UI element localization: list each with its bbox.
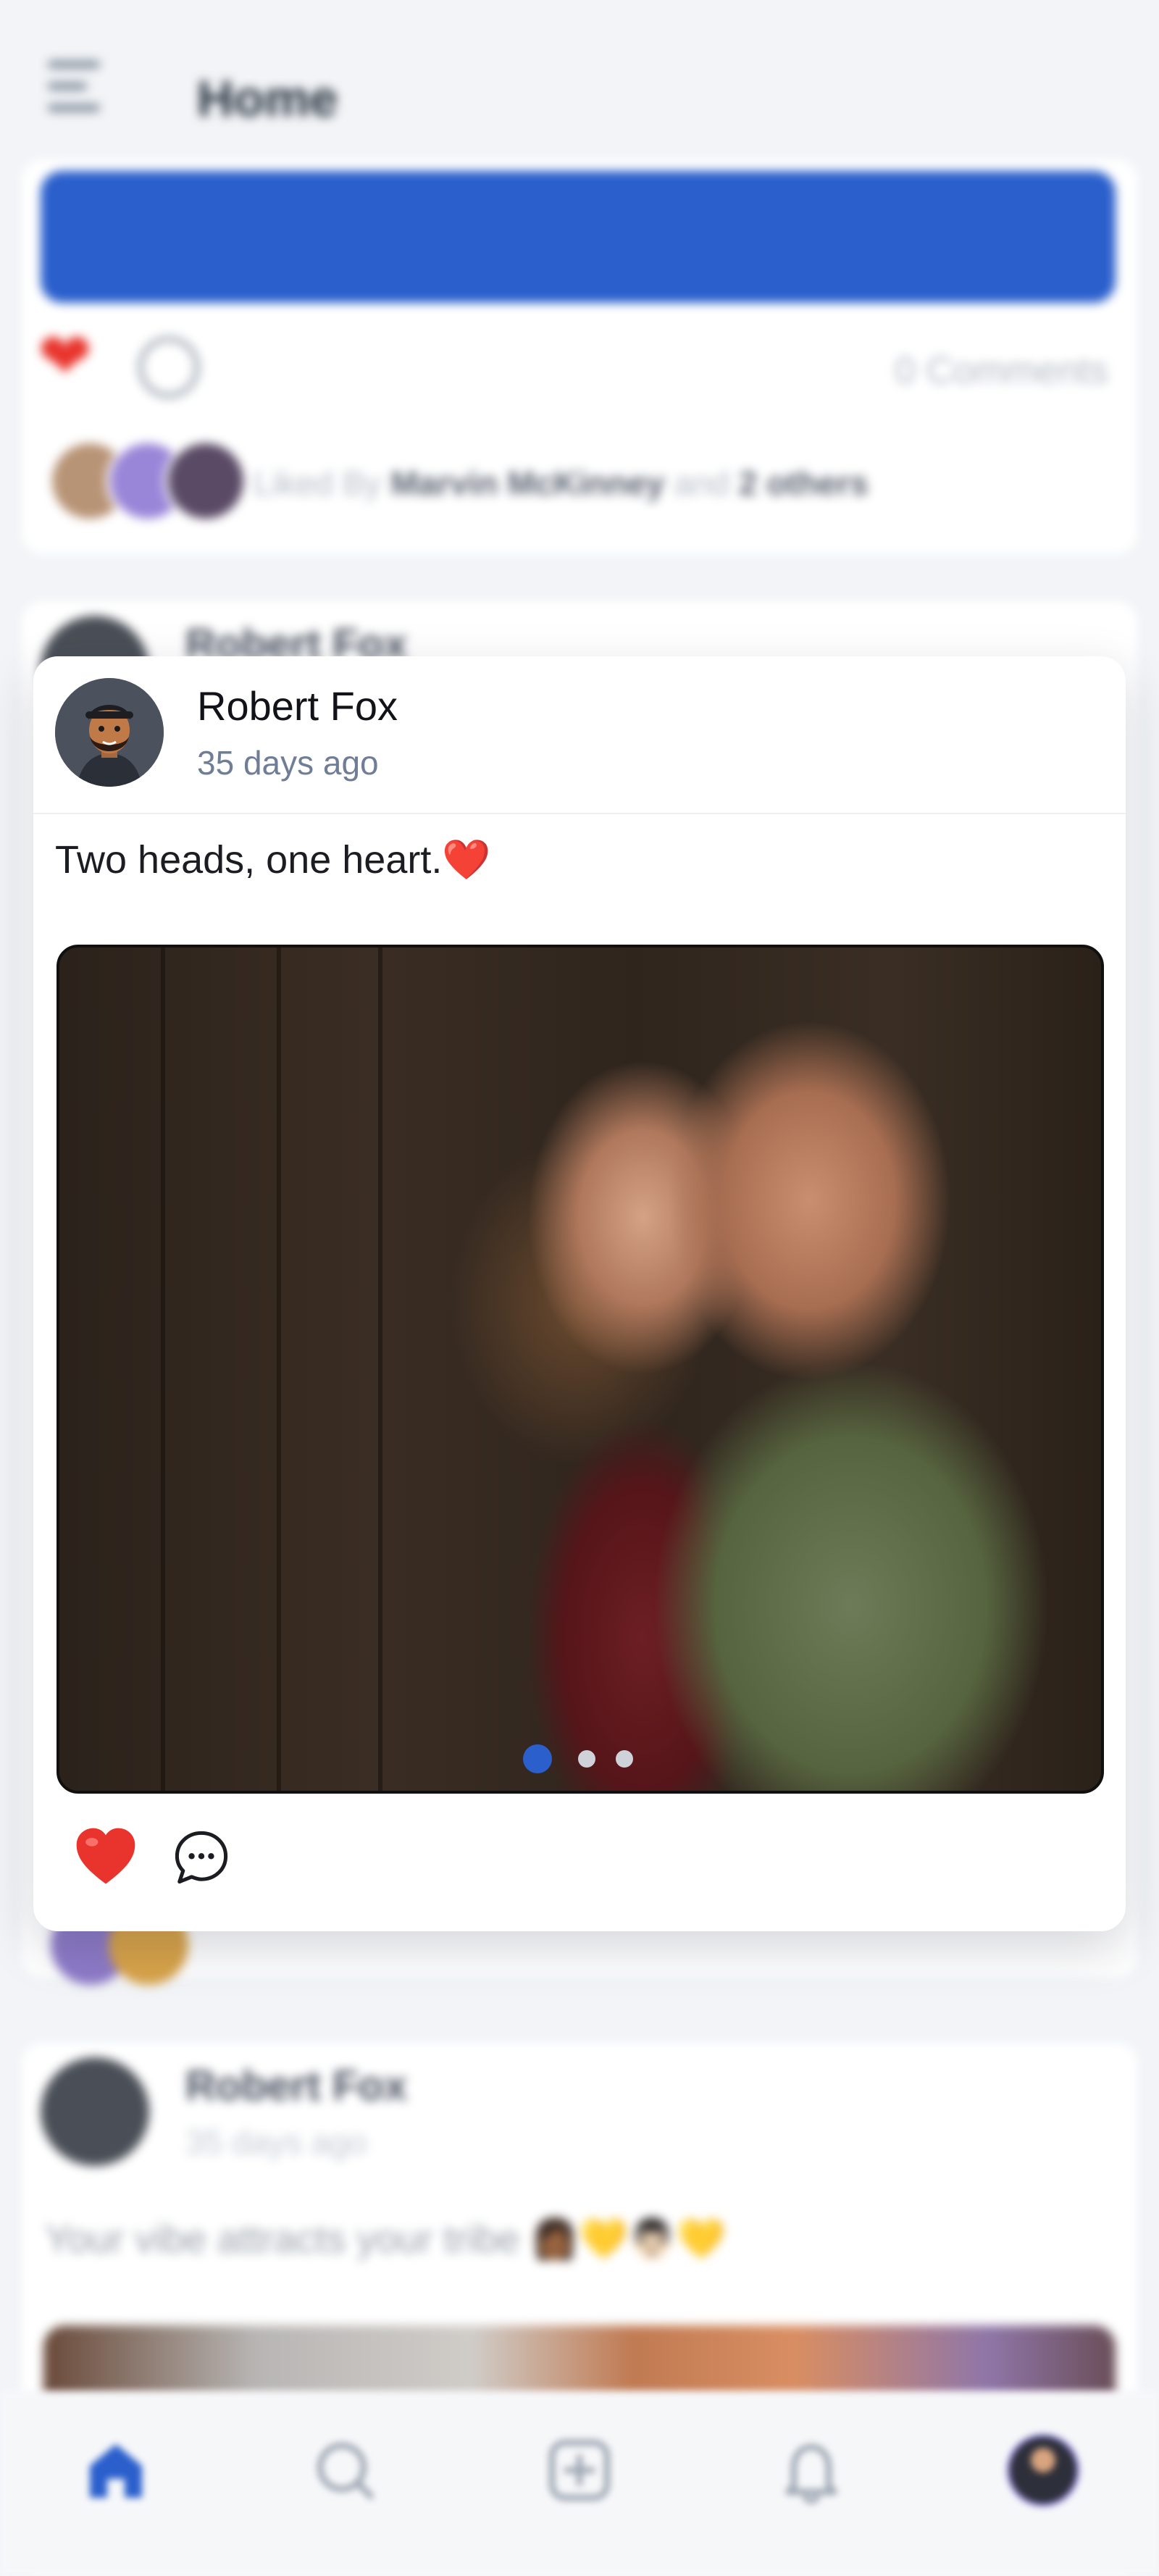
- post-author[interactable]: Robert Fox: [197, 682, 398, 729]
- add-post-icon[interactable]: [543, 2434, 616, 2506]
- avatar[interactable]: [41, 2057, 149, 2166]
- home-icon[interactable]: [80, 2434, 152, 2506]
- carousel-dot[interactable]: [578, 1750, 595, 1768]
- feed-post-previous: ❤ 0 Comments Liked By Marvin McKinney an…: [22, 159, 1137, 554]
- caption-text: Two heads, one heart.: [55, 838, 443, 882]
- post-card[interactable]: Robert Fox 35 days ago Two heads, one he…: [33, 656, 1126, 1931]
- post-photo-couple-embrace[interactable]: [57, 945, 1104, 1794]
- app-header: Home: [0, 0, 1159, 159]
- menu-icon[interactable]: [48, 61, 100, 126]
- like-icon[interactable]: [71, 1823, 141, 1892]
- page-title: Home: [197, 70, 338, 127]
- post-caption: Two heads, one heart.❤️: [55, 837, 491, 883]
- post-time: 35 days ago: [185, 2123, 367, 2161]
- post-header: Robert Fox 35 days ago: [33, 656, 1126, 814]
- post-time: 35 days ago: [197, 744, 379, 782]
- profile-avatar[interactable]: [1007, 2434, 1079, 2506]
- carousel-dot-active[interactable]: [523, 1744, 552, 1773]
- comments-count[interactable]: 0 Comments: [895, 349, 1108, 393]
- comment-icon[interactable]: [138, 336, 200, 398]
- bottom-navigation: [0, 2391, 1159, 2576]
- post-author[interactable]: Robert Fox: [185, 2062, 407, 2110]
- avatar[interactable]: [55, 678, 164, 787]
- bell-icon[interactable]: [775, 2434, 848, 2506]
- heart-emoji: ❤️: [442, 838, 491, 882]
- comment-icon[interactable]: [171, 1827, 232, 1888]
- carousel-dot[interactable]: [616, 1750, 633, 1768]
- liked-by-text[interactable]: Liked By Marvin McKinney and 2 others: [254, 464, 869, 503]
- post-actions: [33, 1823, 1126, 1902]
- like-icon[interactable]: ❤: [38, 325, 92, 390]
- carousel-indicator[interactable]: [523, 1744, 668, 1776]
- search-icon[interactable]: [309, 2434, 381, 2506]
- post-media[interactable]: [41, 171, 1116, 303]
- post-caption: Your vibe attracts your tribe 👩🏾💛👨🏻💛: [45, 2217, 726, 2261]
- liker-avatar: [164, 439, 248, 523]
